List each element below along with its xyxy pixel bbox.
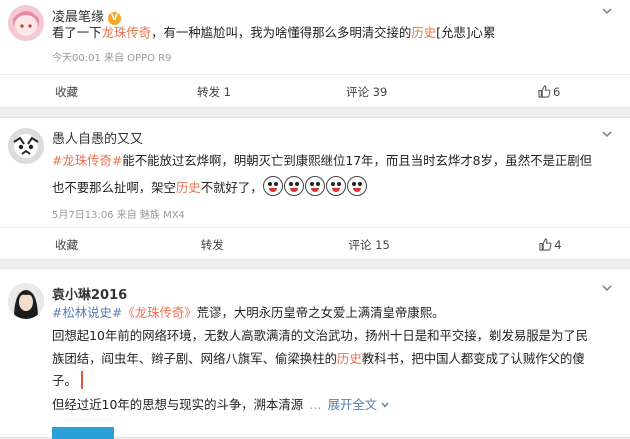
post-card: 袁小琳2016 #松林说史#《龙珠传奇》荒谬，大明永历皇帝之女爱上满清皇帝康熙。… — [0, 268, 630, 439]
thumbs-up-icon — [538, 85, 551, 98]
expand-full-text-link[interactable]: 展开全文 — [328, 397, 378, 412]
username[interactable]: 愚人自愚的又又 — [52, 128, 143, 147]
post-text: #龙珠传奇#能不能放过玄烨啊，明朝灭亡到康熙继位17年，而且当时玄烨才8岁，虽然… — [52, 153, 593, 168]
post-text-line: 但经过近10年的思想与现实的斗争，溯本清源… 展开全文 — [52, 394, 390, 416]
emoji-icon — [346, 176, 367, 196]
chevron-down-icon[interactable] — [380, 400, 390, 410]
chevron-down-icon[interactable] — [600, 4, 614, 18]
post-text: #松林说史#《龙珠传奇》荒谬，大明永历皇帝之女爱上满清皇帝康熙。 — [52, 305, 445, 320]
keyword-link[interactable]: 历史 — [411, 25, 436, 40]
post-text-line: 也不要那么扯啊，架空历史不就好了， — [52, 176, 368, 199]
favorite-button[interactable]: 收藏 — [0, 75, 147, 108]
emoji-icon — [304, 176, 325, 196]
emoji-icon — [325, 176, 346, 196]
post-card: 凌晨笔缘 V 看了一下龙珠传奇，有一种尴尬叫，我为啥懂得那么多明清交接的历史[允悲… — [0, 0, 630, 108]
comment-button[interactable]: 评论 15 — [292, 228, 440, 261]
repost-button[interactable]: 转发 — [146, 228, 292, 261]
post-text-line: 族团结，阎虫年、辫子剧、网络八旗军、偷梁换柱的历史教科书，把中国人都变成了认贼作… — [52, 351, 585, 366]
avatar[interactable] — [8, 128, 44, 164]
post-text-line: 回想起10年前的网络环境，无数人高歌满清的文治武功，扬州十日是和平交接，剃发易服… — [52, 328, 589, 343]
repost-button[interactable]: 转发 1 — [147, 75, 289, 108]
topic-link[interactable]: 龙珠传奇 — [102, 25, 152, 40]
post-card: 愚人自愚的又又 #龙珠传奇#能不能放过玄烨啊，明朝灭亡到康熙继位17年，而且当时… — [0, 117, 630, 260]
image-thumbnail[interactable] — [52, 427, 114, 439]
favorite-button[interactable]: 收藏 — [0, 228, 146, 261]
keyword-link[interactable]: 历史 — [176, 180, 201, 195]
keyword-link[interactable]: 历史 — [337, 351, 362, 366]
thumbs-up-icon — [539, 238, 552, 251]
post-meta: 今天00:01 来自 OPPO R9 — [52, 53, 172, 64]
emoji-icon — [283, 176, 304, 196]
weibo-feed: 凌晨笔缘 V 看了一下龙珠传奇，有一种尴尬叫，我为啥懂得那么多明清交接的历史[允悲… — [0, 0, 630, 439]
avatar[interactable] — [8, 5, 44, 41]
topic-tag[interactable]: #松林说史# — [52, 305, 122, 320]
text-cursor — [80, 371, 83, 389]
topic-tag[interactable]: #龙珠传奇# — [52, 153, 122, 168]
chevron-down-icon[interactable] — [600, 127, 614, 141]
username[interactable]: 袁小琳2016 — [52, 284, 127, 303]
post-meta: 5月7日13:06 来自 魅族 MX4 — [52, 210, 185, 221]
action-bar: 收藏 转发 1 评论 39 6 — [0, 74, 630, 108]
like-button[interactable]: 6 — [438, 75, 630, 108]
topic-link[interactable]: 《龙珠传奇》 — [122, 305, 196, 320]
avatar[interactable] — [8, 283, 44, 319]
emoji-icon — [262, 176, 283, 196]
action-bar: 收藏 转发 评论 15 4 — [0, 227, 630, 261]
like-button[interactable]: 4 — [439, 228, 630, 261]
comment-button[interactable]: 评论 39 — [289, 75, 438, 108]
post-text: 看了一下龙珠传奇，有一种尴尬叫，我为啥懂得那么多明清交接的历史[允悲]心累 — [52, 25, 496, 40]
ellipsis: … — [309, 397, 322, 412]
chevron-down-icon[interactable] — [600, 281, 614, 295]
post-text-line: 子。 — [52, 370, 83, 392]
